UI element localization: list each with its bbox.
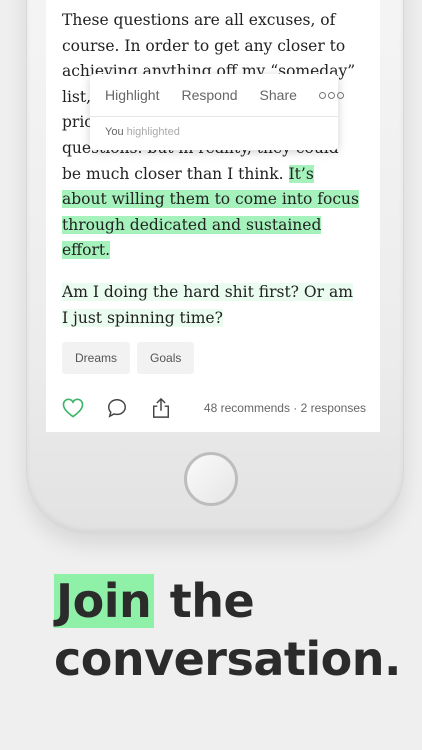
more-icon[interactable] (318, 91, 344, 99)
article-action-bar: 48 recommends · 2 responses (62, 392, 366, 424)
screen: These questions are all excuses, of cour… (46, 0, 380, 432)
promo-headline: Join the conversation. (54, 572, 402, 688)
tag-goals[interactable]: Goals (137, 342, 195, 374)
share-icon[interactable] (150, 397, 172, 419)
respond-button[interactable]: Respond (181, 87, 237, 103)
comment-icon[interactable] (106, 397, 128, 419)
highlight-user: You (105, 126, 124, 138)
tag-dreams[interactable]: Dreams (62, 342, 131, 374)
highlight-meta: You highlighted (90, 117, 338, 138)
share-button[interactable]: Share (260, 87, 297, 103)
tag-list: Dreams Goals (62, 342, 195, 374)
highlight-button[interactable]: Highlight (105, 87, 159, 103)
popover-actions: Highlight Respond Share (90, 74, 344, 117)
headline-line-2: conversation. (54, 632, 402, 686)
headline-highlight-word: Join (54, 574, 155, 628)
heart-icon[interactable] (62, 397, 84, 419)
article-paragraph-2: Am I doing the hard shit first? Or am I … (62, 280, 362, 331)
headline-line-1: Join the (54, 572, 401, 630)
highlight-action-label: highlighted (126, 126, 180, 138)
recommends-responses-count[interactable]: 48 recommends · 2 responses (204, 401, 366, 415)
home-button[interactable] (184, 452, 238, 506)
paragraph-2-text[interactable]: Am I doing the hard shit first? Or am I … (62, 282, 353, 327)
highlight-popover: Highlight Respond Share You highlighted (90, 74, 344, 150)
headline-line-1-rest: the (154, 574, 255, 628)
article-body: These questions are all excuses, of cour… (62, 8, 362, 331)
